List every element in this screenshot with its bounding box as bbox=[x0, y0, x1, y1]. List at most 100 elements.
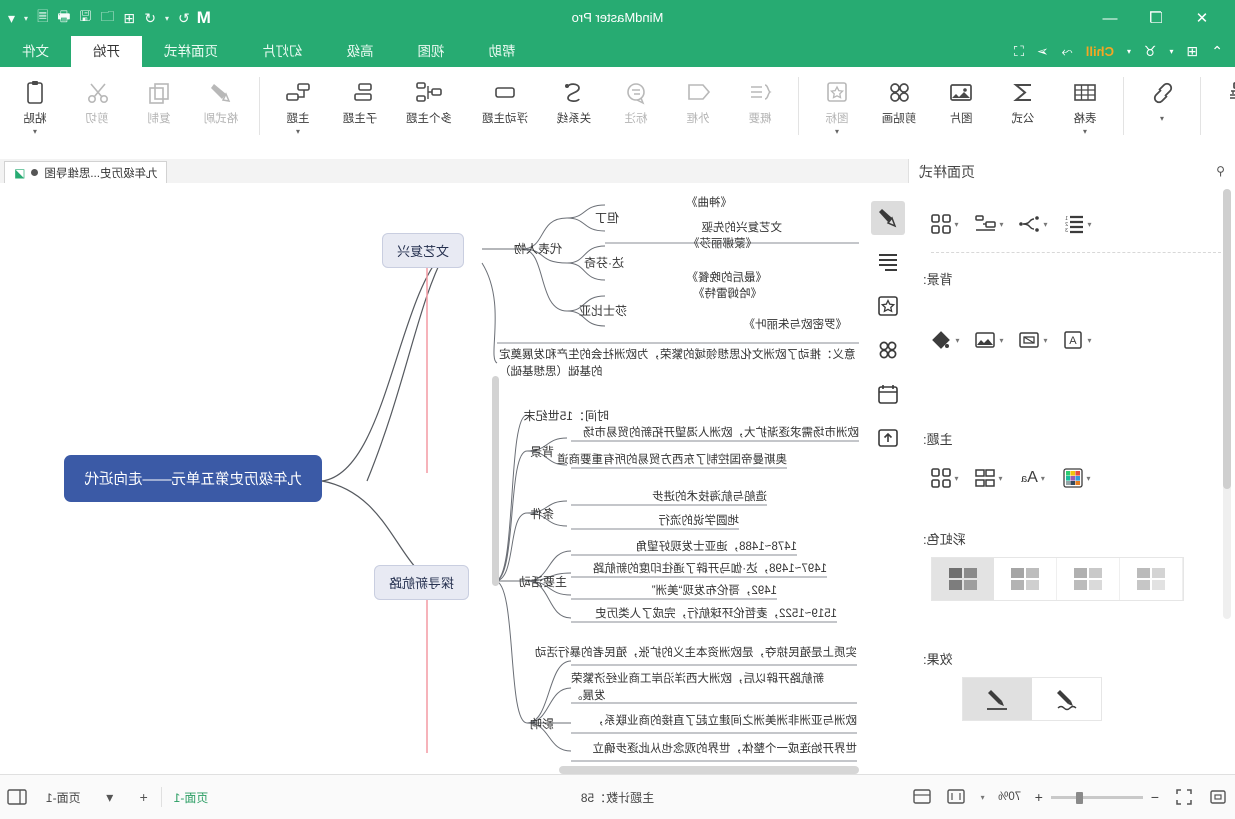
ribbon-outline-button[interactable]: ▾ bbox=[1208, 67, 1235, 158]
close-button[interactable]: ✕ bbox=[1193, 10, 1211, 27]
open-icon[interactable]: 🗀 bbox=[100, 6, 114, 30]
chill-caret-icon[interactable]: ▾ bbox=[1127, 47, 1131, 56]
style-brush-icon[interactable] bbox=[871, 201, 905, 235]
ribbon-clipart-button[interactable]: 剪贴画 bbox=[868, 67, 930, 158]
mindmap-leaf-magellan[interactable]: 1519~1522，麦哲伦环球航行，完成了人类历史 bbox=[595, 607, 837, 622]
mindmap-leaf-world-whole[interactable]: 世界开始连成一个整体，世界的观念也从此逐步确立 bbox=[593, 742, 858, 757]
collapse-ribbon-icon[interactable]: ⌃ bbox=[1211, 43, 1223, 60]
share-icon[interactable]: ⤳ bbox=[1062, 43, 1073, 60]
undo-icon[interactable]: ↺ bbox=[144, 10, 156, 27]
ribbon-table-button[interactable]: 表格 ▾ bbox=[1054, 67, 1116, 158]
document-tab[interactable]: ◪ 九年级历史...思维导图 bbox=[4, 161, 168, 183]
color-palette-caret-icon[interactable]: ▾ bbox=[1087, 474, 1091, 483]
chill-label[interactable]: Chill bbox=[1086, 44, 1114, 59]
mindmap-leaf-columbus[interactable]: 1492，哥伦布发现“美洲” bbox=[652, 584, 777, 599]
tab-view[interactable]: 视图 bbox=[396, 36, 467, 67]
mindmap-leaf-dante-pioneer[interactable]: 文艺复兴的先驱 bbox=[702, 221, 783, 236]
mindmap-leaf-colonial-nature[interactable]: 实质上是殖民掠夺，是欧洲资本主义的扩张，殖民者的暴行活动 bbox=[535, 646, 857, 661]
structure-button[interactable]: ▾ bbox=[967, 205, 1011, 243]
table-caret-icon[interactable]: ▾ bbox=[1083, 127, 1087, 136]
canvas-horizontal-scrollbar[interactable] bbox=[541, 766, 867, 774]
paste-caret-icon[interactable]: ▾ bbox=[33, 127, 37, 136]
mindmap-canvas[interactable]: 九年级历史第五单元——走向近代 文艺复兴 探寻新航路 代表人物 但丁 达·芬奇 … bbox=[0, 183, 867, 774]
new-icon[interactable]: ⊞ bbox=[123, 10, 135, 27]
save-icon[interactable]: 🖫 bbox=[80, 6, 92, 30]
ribbon-link-button[interactable]: ▾ bbox=[1131, 67, 1193, 158]
panel-scrollbar[interactable] bbox=[1223, 189, 1231, 619]
mindmap-node-dante[interactable]: 但丁 bbox=[595, 209, 619, 226]
ribbon-topic-button[interactable]: 主题 ▾ bbox=[267, 67, 329, 158]
mindmap-leaf-shipbuilding[interactable]: 造船与航海技术的进步 bbox=[652, 490, 767, 505]
mindmap-node-shakespeare[interactable]: 莎士比亚 bbox=[579, 302, 627, 319]
link-caret-icon[interactable]: ▾ bbox=[1160, 114, 1164, 123]
ribbon-floating-topic-button[interactable]: 浮动主题 bbox=[467, 67, 543, 158]
apps-icon[interactable]: ⊞ bbox=[1187, 43, 1199, 60]
qat-more-icon[interactable]: ▾ bbox=[8, 10, 15, 27]
minimize-button[interactable]: — bbox=[1101, 10, 1119, 27]
rainbow-thumbnail-1[interactable] bbox=[1120, 558, 1183, 600]
export-icon[interactable]: 🗏 bbox=[37, 6, 48, 30]
ribbon-paste-button[interactable]: 粘贴 ▾ bbox=[4, 67, 66, 158]
view-toggle-icon[interactable] bbox=[0, 775, 34, 819]
layout-grid-caret-icon[interactable]: ▾ bbox=[955, 220, 959, 229]
ribbon-summary-button[interactable]: 概要 bbox=[729, 67, 791, 158]
theme-grid-button[interactable]: ▾ bbox=[923, 459, 967, 497]
ribbon-image-button[interactable]: 图片 bbox=[930, 67, 992, 158]
watermark-button[interactable]: ▾ bbox=[1011, 321, 1055, 359]
ribbon-boundary-button[interactable]: 外框 bbox=[667, 67, 729, 158]
ribbon-formula-button[interactable]: 公式 bbox=[992, 67, 1054, 158]
redo-caret-icon[interactable]: ▾ bbox=[165, 14, 169, 23]
mindmap-leaf-dagama[interactable]: 1497~1498，达·伽马开辟了通往印度的新航路 bbox=[593, 562, 827, 577]
mindmap-node-conditions[interactable]: 条件 bbox=[530, 505, 554, 522]
qat-more-caret-icon[interactable]: ▾ bbox=[24, 14, 28, 23]
mindmap-node-background[interactable]: 背景 bbox=[530, 443, 554, 460]
letter-a-box-button[interactable]: A ▾ bbox=[1055, 321, 1099, 359]
ribbon-format-brush-button[interactable]: 格式刷 bbox=[190, 67, 252, 158]
mindmap-leaf-round-earth[interactable]: 地圆学说的流行 bbox=[659, 514, 740, 529]
topic-caret-icon[interactable]: ▾ bbox=[296, 127, 300, 136]
straight-line-effect-button[interactable] bbox=[963, 678, 1032, 720]
pin-icon[interactable]: ⚲ bbox=[1216, 164, 1225, 178]
branch-caret-icon[interactable]: ▾ bbox=[1044, 220, 1048, 229]
theme-blocks-button[interactable]: ▾ bbox=[967, 459, 1011, 497]
mindmap-leaf-market-demand[interactable]: 欧洲市场需求逐渐扩大，欧洲人渴望开拓新的贸易市场 bbox=[583, 426, 859, 441]
mindmap-leaf-hamlet[interactable]: 《哈姆雷特》 bbox=[693, 287, 762, 302]
mindmap-node-time[interactable]: 时间：15世纪末 bbox=[524, 407, 609, 424]
print-icon[interactable]: 🖶 bbox=[57, 6, 70, 30]
mindmap-central-node[interactable]: 九年级历史第五单元——走向近代 bbox=[64, 455, 322, 502]
page-caret-icon[interactable]: ▾ bbox=[93, 775, 127, 819]
rainbow-thumbnail-2[interactable] bbox=[1057, 558, 1120, 600]
mindmap-leaf-mona-lisa[interactable]: 《蒙娜丽莎》 bbox=[688, 237, 757, 252]
fullscreen-icon[interactable]: ⛶ bbox=[1014, 43, 1024, 60]
branch-button[interactable]: ▾ bbox=[1011, 205, 1055, 243]
mindmap-branch-new-routes[interactable]: 探寻新航路 bbox=[373, 565, 469, 600]
fill-bucket-caret-icon[interactable]: ▾ bbox=[956, 336, 960, 345]
export-up-icon[interactable] bbox=[871, 421, 905, 455]
font-aa-button[interactable]: Aa ▾ bbox=[1011, 459, 1055, 497]
redo-icon[interactable]: ↻ bbox=[178, 10, 190, 27]
image-bg-button[interactable]: ▾ bbox=[967, 321, 1011, 359]
mindmap-node-renaissance-significance[interactable]: 意义：推动了欧洲文化思想领域的繁荣，为欧洲社会的生产和发展奠定 的基础（思想基础… bbox=[499, 347, 859, 381]
layout-grid-button[interactable]: ▾ bbox=[923, 205, 967, 243]
tab-advanced[interactable]: 高级 bbox=[325, 36, 396, 67]
calendar-task-icon[interactable] bbox=[871, 377, 905, 411]
tab-page-style[interactable]: 页面样式 bbox=[142, 36, 240, 67]
rainbow-thumbnail-3[interactable] bbox=[994, 558, 1057, 600]
theme-grid-caret-icon[interactable]: ▾ bbox=[955, 474, 959, 483]
cursor-icon[interactable]: ➢ bbox=[1037, 43, 1049, 60]
font-aa-caret-icon[interactable]: ▾ bbox=[1041, 474, 1045, 483]
canvas-horizontal-scrollbar-thumb[interactable] bbox=[559, 766, 859, 774]
list-style-caret-icon[interactable]: ▾ bbox=[1088, 220, 1092, 229]
letter-a-box-caret-icon[interactable]: ▾ bbox=[1088, 336, 1092, 345]
tab-slideshow[interactable]: 幻灯片 bbox=[240, 36, 325, 67]
hand-drawn-effect-button[interactable] bbox=[1032, 678, 1101, 720]
list-style-button[interactable]: 123 ▾ bbox=[1055, 205, 1099, 243]
maximize-button[interactable]: ❐ bbox=[1147, 10, 1165, 27]
canvas-vertical-scrollbar-thumb[interactable] bbox=[492, 376, 499, 586]
mindmap-leaf-atlantic-prosperity[interactable]: 新航路开辟以后，欧洲大西洋沿岸工商业经济繁荣 发展。 bbox=[571, 671, 857, 705]
marker-caret-icon[interactable]: ▾ bbox=[835, 127, 839, 136]
shirt-icon[interactable]: ♉ bbox=[1144, 43, 1157, 60]
canvas-vertical-scrollbar[interactable] bbox=[492, 366, 499, 774]
ribbon-multi-topic-button[interactable]: 多个主题 bbox=[391, 67, 467, 158]
mindmap-leaf-last-supper[interactable]: 《最后的晚餐》 bbox=[687, 271, 768, 286]
